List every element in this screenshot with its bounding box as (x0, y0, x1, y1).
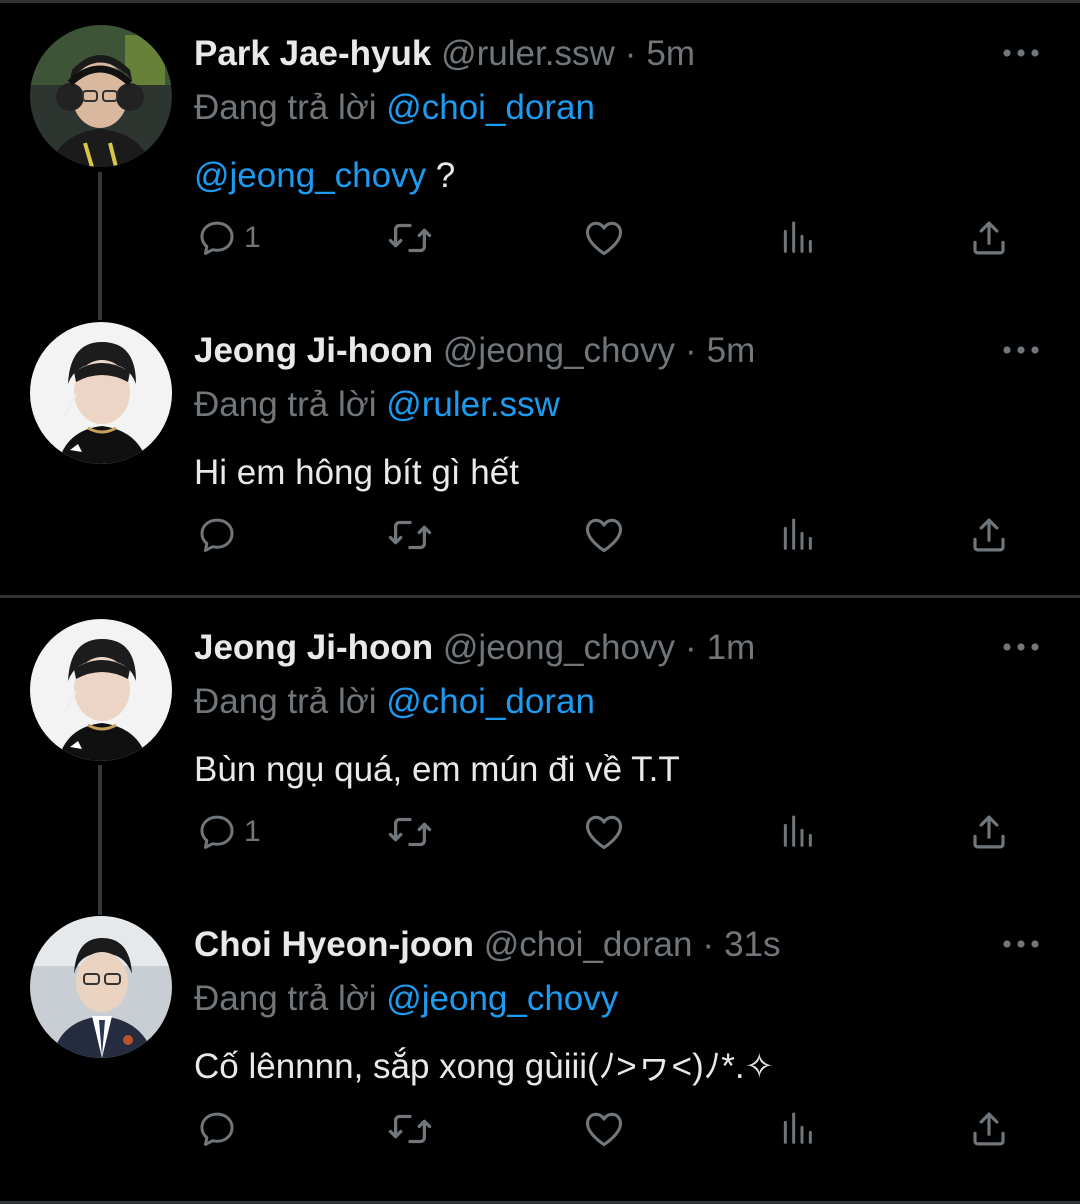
retweet-icon (387, 512, 433, 558)
more-icon[interactable] (998, 929, 1044, 959)
tweet[interactable]: Jeong Ji-hoon @jeong_chovy · 5m Đang trả l… (0, 297, 1080, 587)
tweet-header: Choi Hyeon-joon @choi_doran · 31s (194, 921, 781, 969)
share-icon (968, 217, 1010, 259)
heart-icon (582, 810, 626, 854)
user-handle[interactable]: @choi_doran (484, 925, 693, 964)
timestamp[interactable]: 5m (707, 331, 756, 370)
tweet-header: Park Jae-hyuk @ruler.ssw · 5m (194, 30, 695, 78)
replying-to-mention[interactable]: @ruler.ssw (386, 385, 560, 424)
replying-to: Đang trả lời @choi_doran (194, 678, 595, 726)
replying-to-label: Đang trả lời (194, 682, 377, 721)
reply-icon (196, 217, 238, 259)
separator-dot: · (702, 925, 715, 964)
share-button[interactable] (968, 1099, 1010, 1159)
user-handle[interactable]: @jeong_chovy (443, 628, 675, 667)
user-handle[interactable]: @ruler.ssw (441, 34, 615, 73)
retweet-button[interactable] (387, 802, 433, 862)
views-icon (777, 812, 817, 852)
avatar[interactable] (30, 322, 172, 464)
views-button[interactable] (777, 208, 817, 268)
replying-to-mention[interactable]: @choi_doran (386, 682, 595, 721)
retweet-button[interactable] (387, 1099, 433, 1159)
display-name[interactable]: Jeong Ji-hoon (194, 331, 433, 370)
views-icon (777, 1109, 817, 1149)
more-icon[interactable] (998, 632, 1044, 662)
display-name[interactable]: Park Jae-hyuk (194, 34, 431, 73)
heart-icon (582, 1107, 626, 1151)
replying-to: Đang trả lời @choi_doran (194, 84, 595, 132)
text-mention[interactable]: @jeong_chovy (194, 156, 426, 195)
more-icon[interactable] (998, 38, 1044, 68)
reply-button[interactable]: 1 (196, 802, 261, 862)
separator-dot: · (684, 628, 697, 667)
replying-to: Đang trả lời @ruler.ssw (194, 381, 560, 429)
share-icon (968, 1108, 1010, 1150)
views-icon (777, 515, 817, 555)
like-button[interactable] (582, 505, 626, 565)
tweet-actions (0, 1099, 1080, 1159)
tweet-header: Jeong Ji-hoon @jeong_chovy · 1m (194, 624, 755, 672)
retweet-button[interactable] (387, 208, 433, 268)
views-button[interactable] (777, 802, 817, 862)
avatar[interactable] (30, 916, 172, 1058)
tweet-text: Hi em hông bít gì hết (194, 453, 519, 492)
more-icon[interactable] (998, 335, 1044, 365)
retweet-icon (387, 1106, 433, 1152)
separator-dot: · (684, 331, 697, 370)
tweet[interactable]: Jeong Ji-hoon @jeong_chovy · 1m Đang trả l… (0, 594, 1080, 884)
tweet[interactable]: Choi Hyeon-joon @choi_doran · 31s Đang trả… (0, 891, 1080, 1181)
tweet[interactable]: Park Jae-hyuk @ruler.ssw · 5m Đang trả lời… (0, 0, 1080, 290)
tweet-actions (0, 505, 1080, 565)
reply-button[interactable] (196, 1099, 244, 1159)
retweet-icon (387, 809, 433, 855)
reply-button[interactable]: 1 (196, 208, 261, 268)
share-button[interactable] (968, 208, 1010, 268)
like-button[interactable] (582, 802, 626, 862)
display-name[interactable]: Jeong Ji-hoon (194, 628, 433, 667)
timestamp[interactable]: 1m (707, 628, 756, 667)
retweet-icon (387, 215, 433, 261)
share-button[interactable] (968, 505, 1010, 565)
like-button[interactable] (582, 208, 626, 268)
user-handle[interactable]: @jeong_chovy (443, 331, 675, 370)
tweet-actions: 1 (0, 208, 1080, 268)
heart-icon (582, 216, 626, 260)
replying-to-mention[interactable]: @choi_doran (386, 88, 595, 127)
share-button[interactable] (968, 802, 1010, 862)
replying-to-label: Đang trả lời (194, 385, 377, 424)
timestamp[interactable]: 5m (646, 34, 695, 73)
reply-button[interactable] (196, 505, 244, 565)
tweet-text: Bùn ngụ quá, em mún đi về T.T (194, 750, 680, 789)
replying-to-label: Đang trả lời (194, 979, 377, 1018)
views-button[interactable] (777, 505, 817, 565)
share-icon (968, 514, 1010, 556)
tweet-actions: 1 (0, 802, 1080, 862)
heart-icon (582, 513, 626, 557)
tweet-body: ? (426, 156, 456, 195)
views-button[interactable] (777, 1099, 817, 1159)
tweet-text: Cố lênnnn, sắp xong gùiii(ﾉ>ヮ<)ﾉ*.✧ (194, 1047, 774, 1086)
reply-icon (196, 514, 238, 556)
like-button[interactable] (582, 1099, 626, 1159)
tweet-header: Jeong Ji-hoon @jeong_chovy · 5m (194, 327, 755, 375)
share-icon (968, 811, 1010, 853)
replying-to-label: Đang trả lời (194, 88, 377, 127)
reply-count: 1 (244, 815, 261, 848)
timestamp[interactable]: 31s (724, 925, 780, 964)
separator-dot: · (624, 34, 637, 73)
avatar[interactable] (30, 25, 172, 167)
retweet-button[interactable] (387, 505, 433, 565)
display-name[interactable]: Choi Hyeon-joon (194, 925, 474, 964)
tweet-text: @jeong_chovy ? (194, 152, 455, 200)
views-icon (777, 218, 817, 258)
avatar[interactable] (30, 619, 172, 761)
reply-icon (196, 1108, 238, 1150)
reply-count: 1 (244, 221, 261, 254)
reply-icon (196, 811, 238, 853)
replying-to-mention[interactable]: @jeong_chovy (386, 979, 618, 1018)
replying-to: Đang trả lời @jeong_chovy (194, 975, 618, 1023)
